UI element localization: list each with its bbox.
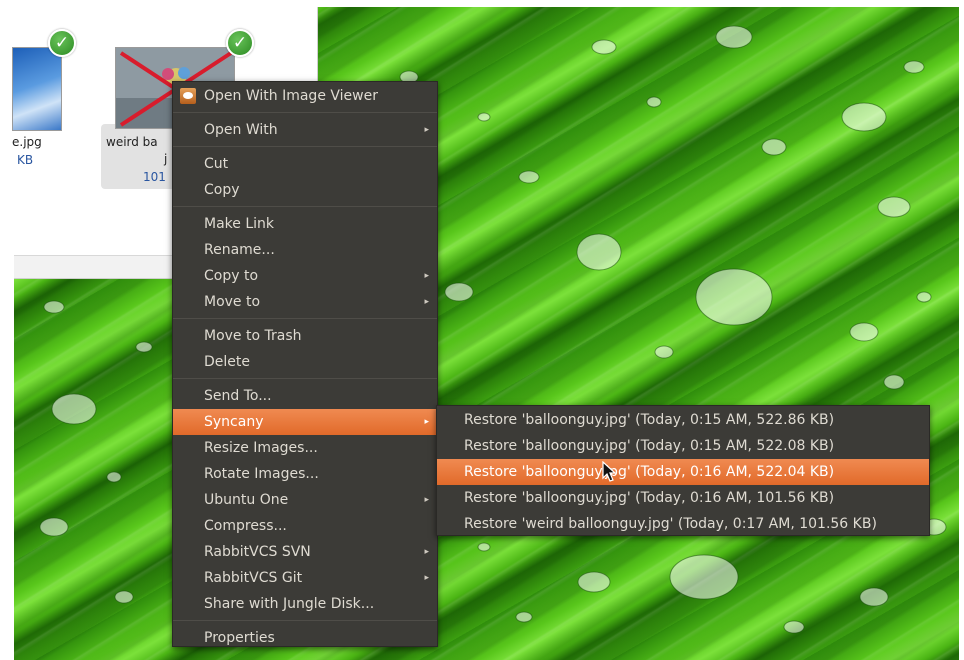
menu-item-label: Make Link — [204, 216, 274, 232]
menu-item-move-to-trash[interactable]: Move to Trash — [173, 323, 437, 349]
submenu-arrow-icon: ▸ — [424, 297, 429, 307]
menu-item-label: Send To... — [204, 388, 272, 404]
menu-separator — [173, 620, 437, 621]
menu-separator — [173, 146, 437, 147]
restore-item-restore-balloonguy-jpg-today-0-15-am-522-86-kb[interactable]: Restore 'balloonguy.jpg' (Today, 0:15 AM… — [437, 407, 929, 433]
submenu-arrow-icon: ▸ — [424, 125, 429, 135]
context-menu[interactable]: Open With Image Viewer Open With ▸ Cut Copy M… — [172, 81, 438, 647]
sync-ok-badge-icon: ✓ — [48, 29, 76, 57]
menu-item-rabbitvcs-git[interactable]: RabbitVCS Git ▸ — [173, 565, 437, 591]
menu-item-copy-to[interactable]: Copy to ▸ — [173, 263, 437, 289]
menu-item-send-to[interactable]: Send To... — [173, 383, 437, 409]
menu-item-label: Copy — [204, 182, 240, 198]
menu-item-label: Restore 'weird balloonguy.jpg' (Today, 0… — [464, 516, 877, 532]
menu-item-label: Properties — [204, 630, 275, 646]
menu-item-label: Syncany — [204, 414, 264, 430]
menu-separator — [173, 378, 437, 379]
menu-item-rotate-images[interactable]: Rotate Images... — [173, 461, 437, 487]
menu-item-label: Restore 'balloonguy.jpg' (Today, 0:15 AM… — [464, 412, 835, 428]
menu-item-cut[interactable]: Cut — [173, 151, 437, 177]
menu-separator — [173, 112, 437, 113]
menu-item-ubuntu-one[interactable]: Ubuntu One ▸ — [173, 487, 437, 513]
file-thumbnail-1[interactable] — [12, 47, 62, 131]
menu-item-label: Rotate Images... — [204, 466, 319, 482]
menu-item-label: Restore 'balloonguy.jpg' (Today, 0:16 AM… — [464, 464, 835, 480]
menu-item-label: Delete — [204, 354, 250, 370]
menu-item-label: Restore 'balloonguy.jpg' (Today, 0:16 AM… — [464, 490, 835, 506]
submenu-arrow-icon: ▸ — [424, 547, 429, 557]
menu-item-label: Open With Image Viewer — [204, 88, 378, 104]
restore-item-restore-balloonguy-jpg-today-0-15-am-522-08-kb[interactable]: Restore 'balloonguy.jpg' (Today, 0:15 AM… — [437, 433, 929, 459]
menu-item-delete[interactable]: Delete — [173, 349, 437, 375]
menu-item-syncany[interactable]: Syncany ▸ — [173, 409, 437, 435]
submenu-arrow-icon: ▸ — [424, 573, 429, 583]
menu-item-properties[interactable]: Properties — [173, 625, 437, 651]
menu-item-rabbitvcs-svn[interactable]: RabbitVCS SVN ▸ — [173, 539, 437, 565]
file-name-2-line2: j — [164, 152, 168, 166]
restore-item-restore-balloonguy-jpg-today-0-16-am-101-56-kb[interactable]: Restore 'balloonguy.jpg' (Today, 0:16 AM… — [437, 485, 929, 511]
submenu-arrow-icon: ▸ — [424, 417, 429, 427]
menu-item-label: Compress... — [204, 518, 287, 534]
menu-item-open-with-image-viewer[interactable]: Open With Image Viewer — [173, 83, 437, 109]
submenu-arrow-icon: ▸ — [424, 271, 429, 281]
menu-item-label: Copy to — [204, 268, 259, 284]
menu-item-share-with-jungle-disk[interactable]: Share with Jungle Disk... — [173, 591, 437, 617]
menu-item-rename[interactable]: Rename... — [173, 237, 437, 263]
menu-item-label: Open With — [204, 122, 278, 138]
menu-item-open-with[interactable]: Open With ▸ — [173, 117, 437, 143]
file-size-2: 101 — [143, 170, 166, 184]
submenu-arrow-icon: ▸ — [424, 495, 429, 505]
syncany-submenu[interactable]: Restore 'balloonguy.jpg' (Today, 0:15 AM… — [436, 405, 930, 536]
menu-item-label: RabbitVCS SVN — [204, 544, 311, 560]
menu-item-label: Share with Jungle Disk... — [204, 596, 375, 612]
menu-item-label: Move to — [204, 294, 261, 310]
file-name-1: e.jpg — [12, 135, 42, 149]
menu-item-label: Restore 'balloonguy.jpg' (Today, 0:15 AM… — [464, 438, 835, 454]
menu-separator — [173, 206, 437, 207]
menu-item-move-to[interactable]: Move to ▸ — [173, 289, 437, 315]
mouse-cursor-icon — [602, 461, 616, 482]
sync-ok-badge-icon: ✓ — [226, 29, 254, 57]
menu-item-label: Ubuntu One — [204, 492, 289, 508]
file-name-2: weird ba — [106, 135, 158, 149]
menu-item-make-link[interactable]: Make Link — [173, 211, 437, 237]
menu-item-compress[interactable]: Compress... — [173, 513, 437, 539]
menu-item-label: RabbitVCS Git — [204, 570, 303, 586]
menu-separator — [173, 318, 437, 319]
restore-item-restore-balloonguy-jpg-today-0-16-am-522-04-kb[interactable]: Restore 'balloonguy.jpg' (Today, 0:16 AM… — [437, 459, 929, 485]
menu-item-label: Resize Images... — [204, 440, 318, 456]
menu-item-resize-images[interactable]: Resize Images... — [173, 435, 437, 461]
file-size-1: KB — [17, 153, 34, 167]
menu-item-label: Move to Trash — [204, 328, 302, 344]
menu-item-copy[interactable]: Copy — [173, 177, 437, 203]
restore-item-restore-weird-balloonguy-jpg-today-0-17-am-101-56-kb[interactable]: Restore 'weird balloonguy.jpg' (Today, 0… — [437, 511, 929, 537]
menu-item-label: Rename... — [204, 242, 275, 258]
menu-item-label: Cut — [204, 156, 229, 172]
image-viewer-icon — [180, 88, 196, 104]
